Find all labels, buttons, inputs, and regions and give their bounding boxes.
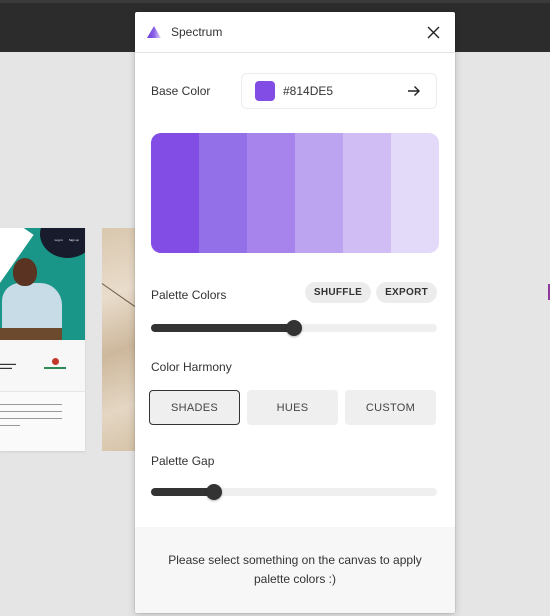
panel-header: Spectrum — [135, 12, 455, 53]
slider-thumb[interactable] — [286, 320, 302, 336]
shuffle-button[interactable]: SHUFFLE — [304, 282, 372, 303]
partner-logo-university: ▬▬▬▬ ▬▬▬ — [0, 361, 16, 370]
slider-thumb[interactable] — [205, 484, 222, 500]
nav-signup: Sign up — [68, 238, 79, 242]
close-icon — [427, 26, 439, 38]
partner-logo-badge — [44, 358, 66, 372]
palette-colors-slider[interactable] — [151, 318, 437, 336]
hero-photo-body — [2, 283, 62, 333]
base-color-label: Base Color — [151, 84, 211, 98]
hero-nav: Log in Sign up — [55, 238, 79, 242]
palette-swatch-1[interactable] — [151, 133, 199, 253]
harmony-option-custom[interactable]: CUSTOM — [345, 390, 436, 425]
spectrum-logo-icon — [147, 25, 161, 38]
close-button[interactable] — [425, 24, 441, 40]
panel-title: Spectrum — [171, 25, 223, 39]
apply-base-color-button[interactable] — [406, 83, 422, 99]
selection-hint-message: Please select something on the canvas to… — [168, 553, 422, 586]
arrow-right-icon — [408, 86, 420, 96]
nav-login: Log in — [54, 238, 63, 242]
body-text-lines — [0, 404, 62, 432]
palette-gap-label: Palette Gap — [151, 454, 215, 468]
palette-colors-label: Palette Colors — [151, 288, 227, 302]
base-color-input[interactable]: #814DE5 — [241, 73, 437, 109]
spectrum-plugin-panel: Spectrum Base Color #814DE5 Palette Colo… — [135, 12, 455, 613]
palette-swatch-5[interactable] — [343, 133, 391, 253]
palette-preview — [151, 133, 439, 253]
harmony-option-hues[interactable]: HUES — [247, 390, 338, 425]
palette-swatch-3[interactable] — [247, 133, 295, 253]
base-color-swatch[interactable] — [255, 81, 275, 101]
palette-gap-slider[interactable] — [151, 482, 437, 500]
color-harmony-options: SHADES HUES CUSTOM — [149, 390, 436, 425]
canvas-artboard-website[interactable]: Log in Sign up ▬▬▬▬ ▬▬▬ — [0, 228, 85, 451]
base-color-row: Base Color #814DE5 — [151, 73, 437, 109]
base-color-value[interactable]: #814DE5 — [283, 84, 406, 98]
canvas-artboard-wood-image[interactable] — [101, 228, 136, 451]
export-button[interactable]: EXPORT — [376, 282, 437, 303]
panel-footer: Please select something on the canvas to… — [135, 527, 455, 613]
hero-section: Log in Sign up — [0, 228, 85, 340]
palette-swatch-6[interactable] — [391, 133, 439, 253]
hero-photo-head — [13, 258, 37, 286]
slider-fill — [151, 324, 294, 332]
color-harmony-label: Color Harmony — [151, 360, 232, 374]
harmony-option-shades[interactable]: SHADES — [149, 390, 240, 425]
palette-swatch-2[interactable] — [199, 133, 247, 253]
slider-fill — [151, 488, 214, 496]
palette-swatch-4[interactable] — [295, 133, 343, 253]
